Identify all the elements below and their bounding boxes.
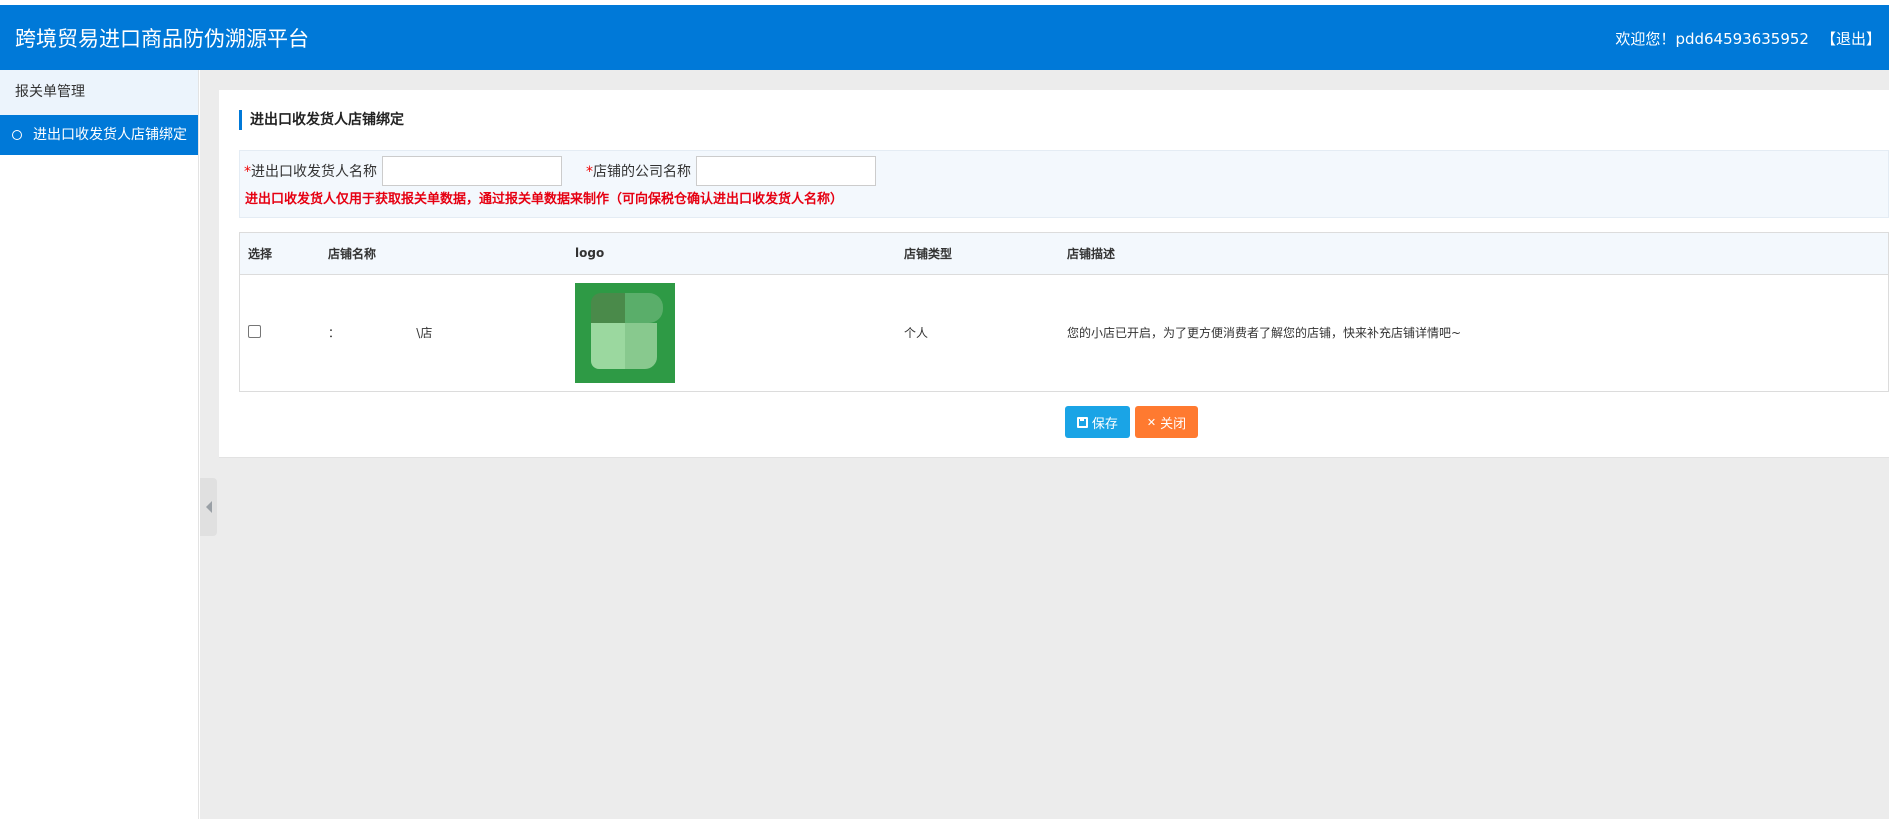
sidebar-group-declaration[interactable]: 报关单管理 xyxy=(0,70,198,115)
floppy-disk-icon xyxy=(1076,416,1088,428)
form-row: *进出口收发货人名称 *店铺的公司名称 xyxy=(244,156,876,186)
sidebar-collapse-handle[interactable] xyxy=(200,478,217,536)
description-cell: 您的小店已开启，为了更方便消费者了解您的店铺，快来补充店铺详情吧~ xyxy=(1067,326,1462,341)
logo-cell xyxy=(567,274,896,391)
company-input[interactable] xyxy=(696,156,876,186)
table-row: ： \店 个人 您的小店已开启，为了更方便消费者了解您的店铺，快来补充店铺详情吧… xyxy=(240,274,1888,391)
header-select: 选择 xyxy=(248,246,273,261)
form-area: *进出口收发货人名称 *店铺的公司名称 进出口收发货人仅用于获取报关单数据，通过… xyxy=(239,150,1889,218)
required-mark: * xyxy=(244,164,251,180)
header-shop-type: 店铺类型 xyxy=(904,246,953,261)
header-description: 店铺描述 xyxy=(1067,246,1116,261)
shop-name-cell: ： \店 xyxy=(328,326,433,341)
welcome-text: 欢迎您！ xyxy=(1615,30,1676,48)
logout-link[interactable]: 【退出】 xyxy=(1821,30,1881,48)
main-content: 进出口收发货人店铺绑定 *进出口收发货人名称 *店铺的公司名称 进出口收发货人仅… xyxy=(200,70,1889,819)
row-checkbox[interactable] xyxy=(248,324,261,338)
sidebar-item-store-binding[interactable]: 进出口收发货人店铺绑定 xyxy=(0,115,198,155)
welcome-area: 欢迎您！pdd64593635952 【退出】 xyxy=(1615,29,1881,49)
save-button[interactable]: 保存 xyxy=(1064,406,1130,438)
panel-title: 进出口收发货人店铺绑定 xyxy=(239,110,404,130)
sidebar: 报关单管理 进出口收发货人店铺绑定 xyxy=(0,70,199,819)
header-logo: logo xyxy=(575,246,605,261)
consignee-input[interactable] xyxy=(382,156,562,186)
store-table: 选择 店铺名称 logo 店铺类型 店铺描述 ： \店 个人 您的小店已开启，为… xyxy=(239,232,1889,392)
select-cell xyxy=(240,274,320,391)
button-row: 保存 ✕ 关闭 xyxy=(219,406,1889,438)
close-icon: ✕ xyxy=(1146,416,1157,429)
circle-icon xyxy=(12,130,22,140)
caret-left-icon xyxy=(205,501,212,513)
company-label: *店铺的公司名称 xyxy=(586,164,691,180)
shop-type-cell: 个人 xyxy=(904,326,929,341)
close-button[interactable]: ✕ 关闭 xyxy=(1134,406,1199,438)
required-mark: * xyxy=(586,164,593,180)
warning-text: 进出口收发货人仅用于获取报关单数据，通过报关单数据来制作（可向保税仓确认进出口收… xyxy=(245,192,844,207)
table-header-row: 选择 店铺名称 logo 店铺类型 店铺描述 xyxy=(240,233,1888,274)
app-title: 跨境贸易进口商品防伪溯源平台 xyxy=(15,27,309,51)
username: pdd64593635952 xyxy=(1675,30,1809,48)
binding-panel: 进出口收发货人店铺绑定 *进出口收发货人名称 *店铺的公司名称 进出口收发货人仅… xyxy=(219,90,1889,458)
consignee-label: *进出口收发货人名称 xyxy=(244,164,377,180)
header-shop-name: 店铺名称 xyxy=(328,246,377,261)
shop-logo-image xyxy=(575,282,675,383)
sidebar-item-label: 进出口收发货人店铺绑定 xyxy=(33,127,187,143)
app-header: 跨境贸易进口商品防伪溯源平台 欢迎您！pdd64593635952 【退出】 xyxy=(0,5,1889,70)
